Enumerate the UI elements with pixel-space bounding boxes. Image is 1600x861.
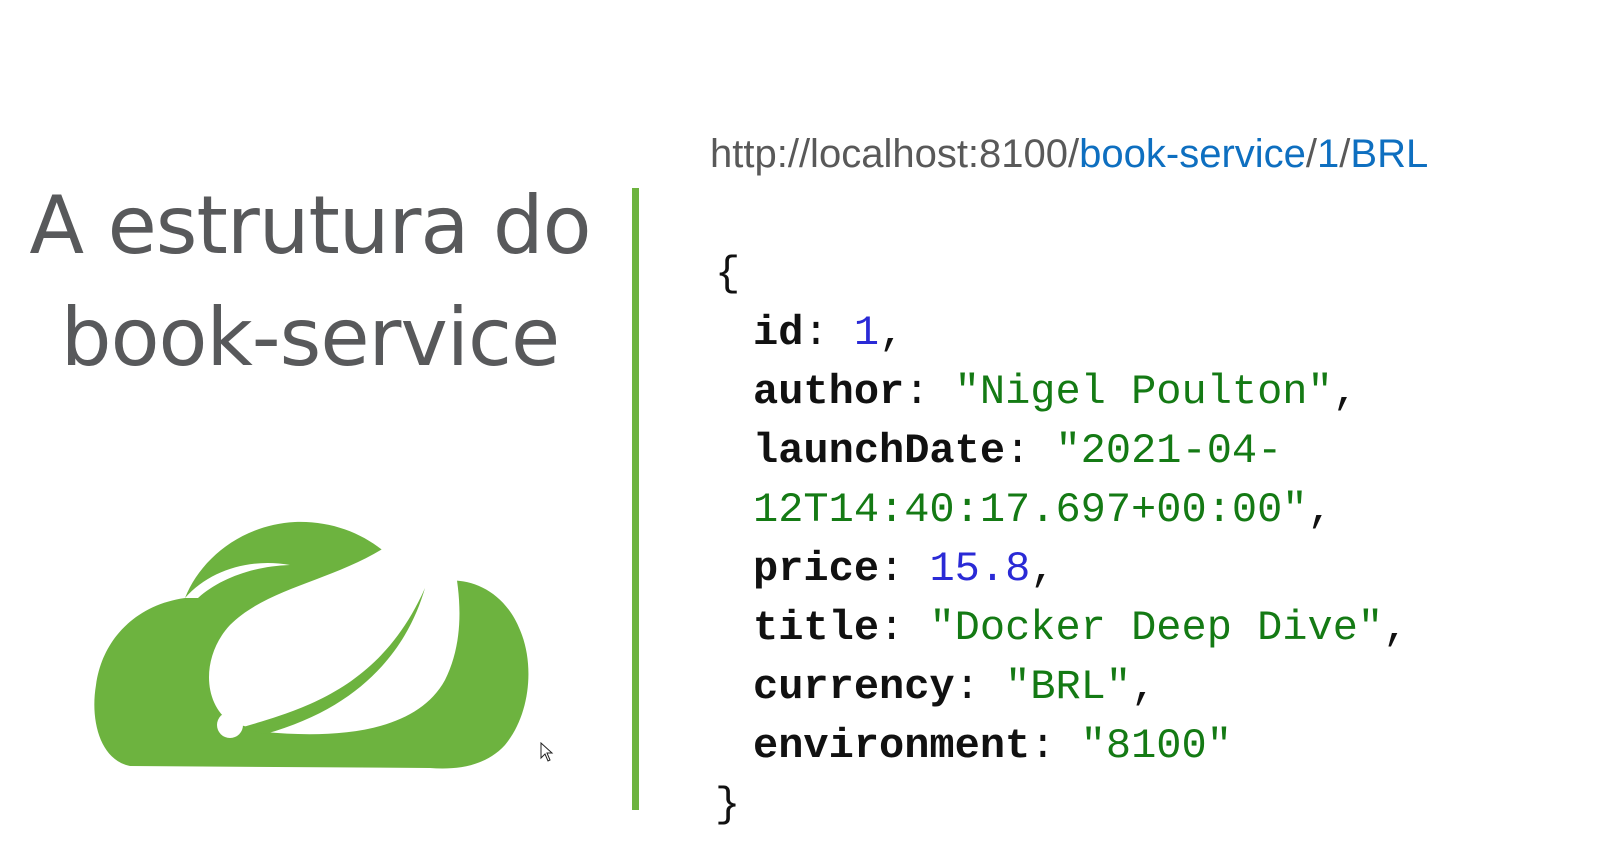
json-value: "Docker Deep Dive": [929, 604, 1384, 652]
json-field-launchdate-continued: 12T14:40:17.697+00:00",: [753, 486, 1333, 534]
json-value: "Nigel Poulton": [954, 368, 1333, 416]
json-key: environment: [753, 722, 1031, 770]
slide-title-line-2: book-service: [60, 291, 560, 384]
url-path-id: 1: [1317, 132, 1340, 176]
json-key: price: [753, 545, 880, 593]
request-url: http://localhost:8100/book-service/1/BRL: [710, 132, 1428, 177]
json-close-brace: }: [715, 781, 741, 829]
json-key: title: [753, 604, 880, 652]
url-base: http://localhost:8100/: [710, 132, 1080, 176]
json-field-title: title: "Docker Deep Dive",: [753, 604, 1409, 652]
json-field-id: id: 1,: [753, 309, 905, 357]
spring-cloud-logo-icon: [94, 500, 529, 769]
json-value: 1: [853, 309, 880, 357]
url-separator: /: [1305, 132, 1318, 176]
json-key: launchDate: [753, 427, 1006, 475]
leaf-stem-dot: [217, 712, 243, 738]
json-value: 15.8: [929, 545, 1031, 593]
json-open-brace: {: [715, 250, 741, 298]
json-field-currency: currency: "BRL",: [753, 663, 1157, 711]
slide-title: A estrutura do book-service: [0, 170, 620, 394]
vertical-divider: [632, 188, 639, 810]
url-separator: /: [1339, 132, 1351, 176]
json-key: id: [753, 309, 804, 357]
url-path-currency: BRL: [1350, 132, 1429, 176]
json-value: "8100": [1080, 722, 1232, 770]
mouse-pointer-icon: [540, 742, 554, 762]
json-field-author: author: "Nigel Poulton",: [753, 368, 1358, 416]
json-field-price: price: 15.8,: [753, 545, 1056, 593]
json-value: "2021-04-: [1055, 427, 1283, 475]
json-field-environment: environment: "8100": [753, 722, 1232, 770]
json-response: {id: 1, author: "Nigel Poulton", launchDat…: [715, 245, 1408, 835]
json-field-launchdate: launchDate: "2021-04-: [753, 427, 1283, 475]
json-key: author: [753, 368, 905, 416]
json-key: currency: [753, 663, 955, 711]
json-value: 12T14:40:17.697+00:00": [753, 486, 1308, 534]
json-value: "BRL": [1005, 663, 1132, 711]
url-path-service: book-service: [1079, 132, 1306, 176]
slide-title-line-1: A estrutura do: [29, 179, 591, 272]
